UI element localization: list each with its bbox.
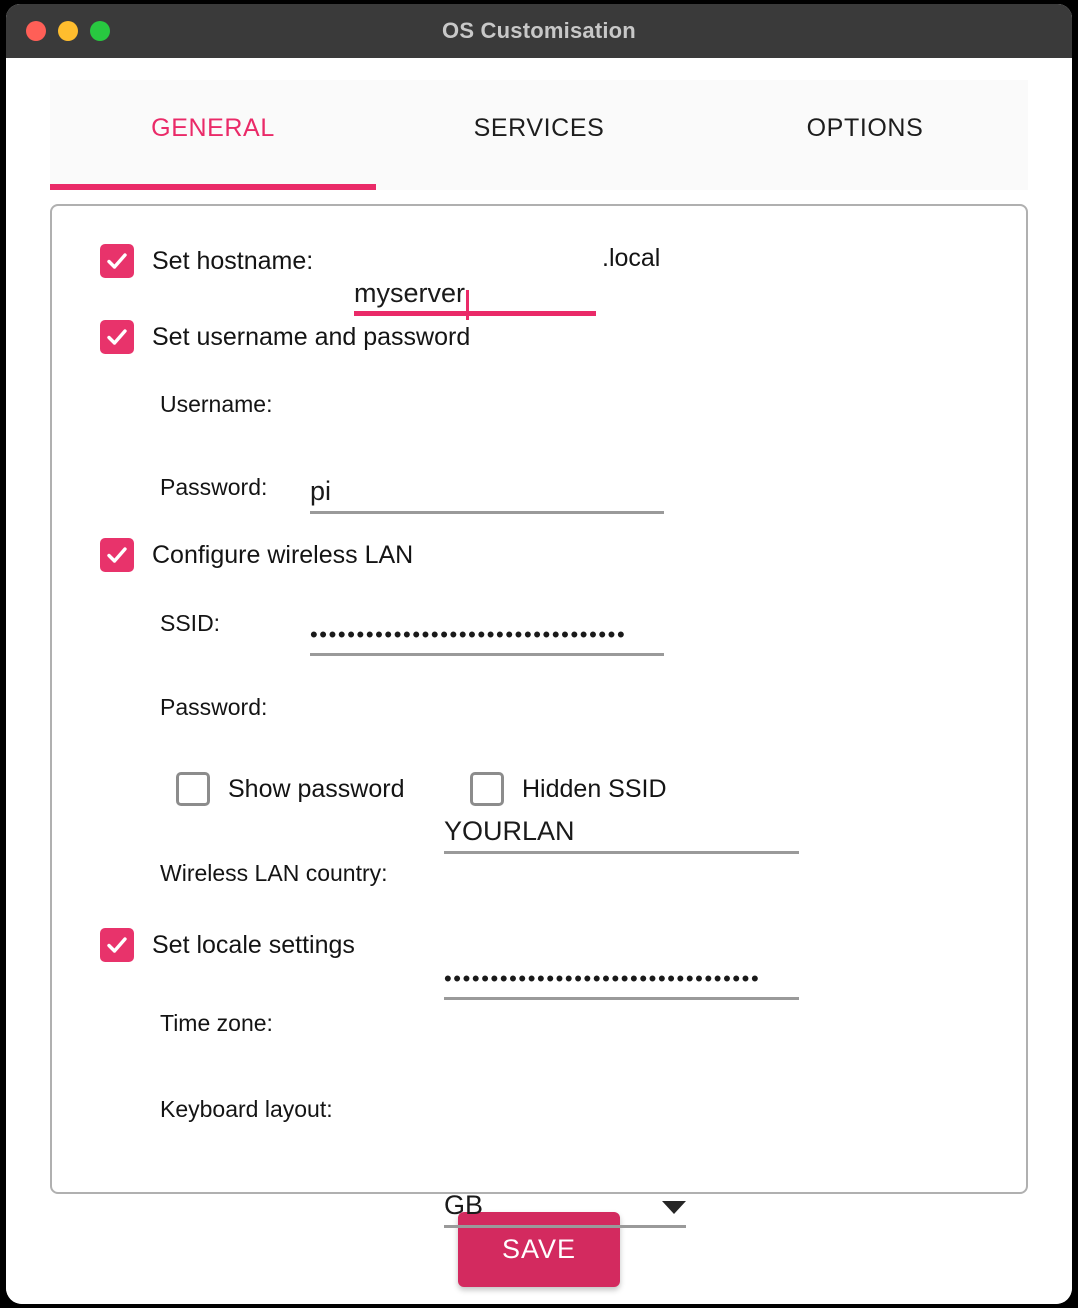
set-hostname-checkbox[interactable] [100,244,134,278]
general-settings-panel: Set hostname: myserver .local Set userna… [50,204,1028,1228]
set-username-password-label: Set username and password [152,322,471,351]
hostname-input[interactable]: myserver [354,268,596,320]
configure-wireless-row: Configure wireless LAN [100,538,413,572]
minimise-window-button[interactable] [58,21,78,41]
keyboard-layout-label: Keyboard layout: [160,1096,333,1122]
check-icon [107,937,127,953]
username-input[interactable]: pi [310,454,664,514]
wireless-lan-country-underline [444,1225,686,1228]
window-controls [26,21,110,41]
hostname-suffix-row: .local [602,244,660,273]
wifi-password-underline [444,997,799,1000]
tab-services[interactable]: SERVICES [376,80,702,190]
ssid-underline [444,851,799,854]
check-icon [107,329,127,345]
hostname-domain-suffix: .local [602,244,661,272]
username-value: pi [310,478,332,506]
wifi-password-label: Password: [160,694,268,720]
hidden-ssid-checkbox[interactable] [470,772,504,806]
wifi-password-value: •••••••••••••••••••••••••••••••••• [444,968,761,991]
ssid-value: YOURLAN [444,818,575,846]
configure-wireless-lan-label: Configure wireless LAN [152,540,414,569]
set-hostname-row: Set hostname: [100,244,313,278]
set-username-password-checkbox[interactable] [100,320,134,354]
timezone-label-row: Time zone: [160,1010,273,1037]
window-title: OS Customisation [442,18,636,43]
hidden-ssid-row: Hidden SSID [470,772,667,806]
ssid-label: SSID: [160,610,221,636]
maximise-window-button[interactable] [90,21,110,41]
wireless-lan-country-value: GB [444,1190,484,1220]
window-body: GENERAL SERVICES OPTIONS Set hostname: m… [6,58,1072,1304]
username-label-row: Username: [160,391,272,418]
ssid-label-row: SSID: [160,610,220,637]
set-locale-row: Set locale settings [100,928,355,962]
chevron-down-icon [662,1201,686,1214]
wireless-lan-country-label: Wireless LAN country: [160,860,388,886]
tab-bar: GENERAL SERVICES OPTIONS [50,80,1028,190]
close-window-button[interactable] [26,21,46,41]
active-tab-indicator [50,184,377,190]
set-locale-settings-checkbox[interactable] [100,928,134,962]
keyboard-label-row: Keyboard layout: [160,1096,333,1123]
os-customisation-window: OS Customisation GENERAL SERVICES OPTION… [6,4,1072,1304]
tab-options[interactable]: OPTIONS [702,80,1028,190]
set-locale-settings-label: Set locale settings [152,930,355,959]
hidden-ssid-label: Hidden SSID [522,774,667,803]
wifi-password-input[interactable]: •••••••••••••••••••••••••••••••••• [444,938,799,1000]
check-icon [107,547,127,563]
set-user-row: Set username and password [100,320,470,354]
wireless-country-label-row: Wireless LAN country: [160,860,388,887]
username-label: Username: [160,391,273,417]
wireless-lan-country-select[interactable]: GB [444,1166,686,1228]
username-underline [310,511,664,514]
user-password-label: Password: [160,474,268,500]
check-icon [107,253,127,269]
user-password-underline [310,653,664,656]
show-password-checkbox[interactable] [176,772,210,806]
time-zone-label: Time zone: [160,1010,273,1036]
user-password-value: •••••••••••••••••••••••••••••••••• [310,624,627,647]
set-hostname-label: Set hostname: [152,246,314,275]
user-password-label-row: Password: [160,474,267,501]
user-password-input[interactable]: •••••••••••••••••••••••••••••••••• [310,594,664,656]
window-titlebar: OS Customisation [6,4,1072,58]
show-password-label: Show password [228,774,405,803]
tab-general[interactable]: GENERAL [50,80,376,190]
wifi-password-label-row: Password: [160,694,267,721]
hostname-underline [354,311,596,316]
configure-wireless-lan-checkbox[interactable] [100,538,134,572]
show-password-row: Show password [176,772,404,806]
